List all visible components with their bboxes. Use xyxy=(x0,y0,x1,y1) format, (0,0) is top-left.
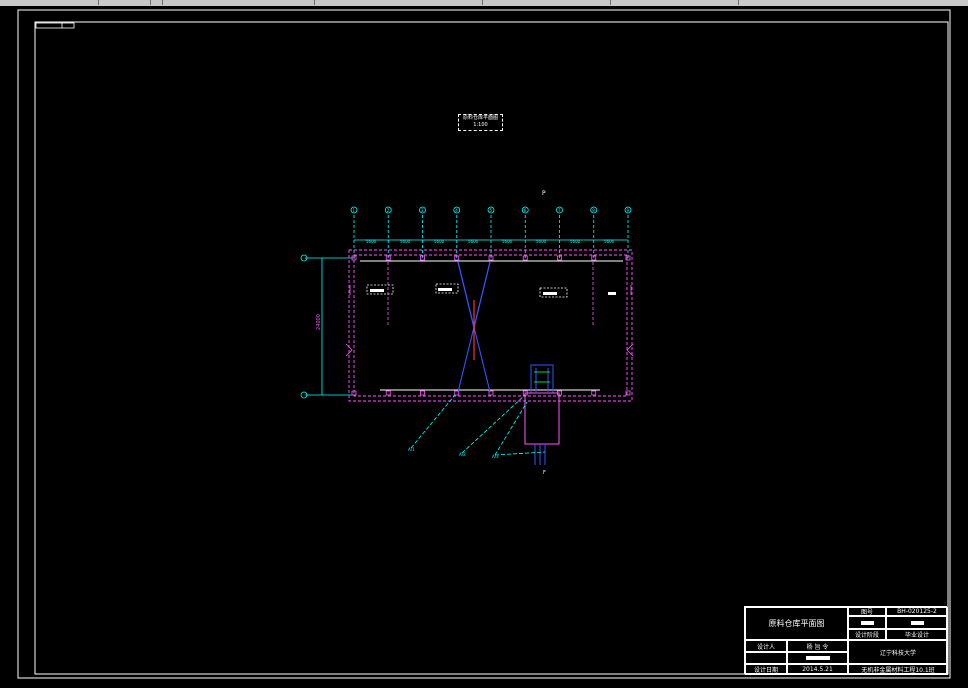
corner-tag xyxy=(35,22,75,29)
blank-cell-2 xyxy=(886,616,948,629)
axis-bubble-label: 7 xyxy=(558,208,561,213)
bin-label-3 xyxy=(543,292,557,295)
drawing-name: 原料仓库平面图 xyxy=(745,607,848,640)
svg-text:A/3: A/3 xyxy=(492,454,499,459)
axis-bubble-label: 5 xyxy=(490,208,493,213)
svg-text:24000: 24000 xyxy=(316,314,322,330)
drawing-no-value: BH-020125-2 xyxy=(886,607,948,616)
plan-title: 原料仓库平面图 xyxy=(462,115,498,121)
outer-frame xyxy=(17,9,951,679)
cad-model-space[interactable]: P 5600 5600 5600 5600 5600 5600 5600 5600 1 2 3… xyxy=(0,6,968,688)
material-bins xyxy=(366,283,568,298)
blank-cell-3 xyxy=(745,652,787,664)
toolbar-segment[interactable] xyxy=(152,0,163,5)
axis-bubble-label: 1 xyxy=(353,208,356,213)
svg-text:A/1: A/1 xyxy=(408,447,415,452)
bin-label-2 xyxy=(438,288,452,291)
class-value: 无机非金属材料工程10.1班 xyxy=(848,664,948,675)
north-marker: P xyxy=(542,190,546,197)
inner-dividers xyxy=(387,262,594,325)
column xyxy=(385,390,391,396)
axis-bubble-label: 4 xyxy=(455,208,458,213)
wall-expansion-marks xyxy=(345,285,634,357)
discharge-hopper xyxy=(530,364,554,394)
column xyxy=(591,390,597,396)
plan-title-box: 原料仓库平面图 1:100 xyxy=(458,114,503,131)
school-name: 辽宁科技大学 xyxy=(848,640,948,664)
toolbar-segment[interactable] xyxy=(612,0,739,5)
bin-label-4 xyxy=(608,292,616,295)
toolbar-segment[interactable] xyxy=(100,0,151,5)
designer-label: 设计人 xyxy=(745,640,787,652)
svg-text:F: F xyxy=(543,470,546,476)
drawing-canvas: P 5600 5600 5600 5600 5600 5600 5600 5600 1 2 3… xyxy=(17,9,951,679)
columns xyxy=(351,255,631,396)
axis-bubble-label: 2 xyxy=(387,208,390,213)
plan-scale: 1:100 xyxy=(473,122,488,128)
drawing-no-label: 图号 xyxy=(848,607,886,616)
blank-cell-1 xyxy=(848,616,886,629)
svg-text:5600: 5600 xyxy=(604,239,615,244)
toolbar-segment[interactable] xyxy=(164,0,315,5)
toolbar-segment[interactable] xyxy=(316,0,483,5)
designer-value: 杨 旨 令 xyxy=(787,640,848,652)
date-value: 2014.5.21 xyxy=(787,664,848,675)
toolbar-segment[interactable] xyxy=(484,0,611,5)
title-block: 原料仓库平面图 图号 BH-020125-2 设计阶段 毕业设计 设计人 杨 旨… xyxy=(744,606,948,675)
svg-text:5600: 5600 xyxy=(400,239,411,244)
date-label: 设计日期 xyxy=(745,664,787,675)
svg-text:5600: 5600 xyxy=(536,239,547,244)
axis-bubble-label: 3 xyxy=(421,208,424,213)
svg-text:5600: 5600 xyxy=(570,239,581,244)
svg-text:5600: 5600 xyxy=(434,239,445,244)
axis-bubble-label: 9 xyxy=(627,208,630,213)
design-stage-value: 毕业设计 xyxy=(886,629,948,640)
blank-cell-4 xyxy=(787,652,848,664)
svg-text:5600: 5600 xyxy=(468,239,479,244)
building-walls xyxy=(348,249,633,402)
svg-text:A/2: A/2 xyxy=(459,452,466,457)
axis-bubble-label: 6 xyxy=(524,208,527,213)
conveyor-exit xyxy=(534,444,546,465)
axis-bubble-label: 8 xyxy=(592,208,595,213)
bin-label-1 xyxy=(370,289,384,292)
design-stage-label: 设计阶段 xyxy=(848,629,886,640)
toolbar-segment[interactable] xyxy=(0,0,99,5)
svg-text:5600: 5600 xyxy=(502,239,513,244)
column xyxy=(420,390,425,396)
svg-text:5600: 5600 xyxy=(366,239,377,244)
